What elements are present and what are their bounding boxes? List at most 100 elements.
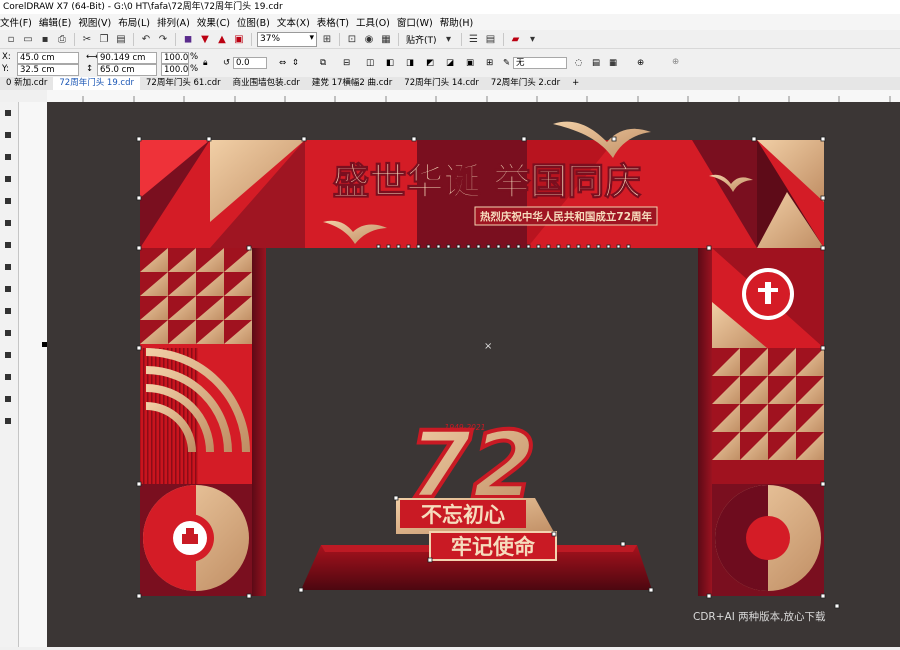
menu-text[interactable]: 文本(X)	[277, 15, 317, 29]
new-icon[interactable]: ▫	[4, 32, 18, 46]
scale-width-field[interactable]: 100.0	[161, 52, 189, 64]
application-launcher-icon[interactable]: ▤	[484, 32, 498, 46]
scale-height-field[interactable]: 100.0	[161, 64, 189, 76]
paste-icon[interactable]: ▤	[114, 32, 128, 46]
y-position-field[interactable]: 32.5 cm	[17, 64, 79, 76]
cut-icon[interactable]: ✂	[80, 32, 94, 46]
gate-artwork[interactable]: 盛世华诞 举国同庆 热烈庆祝中华人民共和国成立72周年 72 1949-2021…	[47, 102, 900, 647]
tab-document-2[interactable]: 72周年门头 2.cdr	[485, 77, 566, 90]
toolbox-icons	[5, 110, 11, 424]
anniversary-number: 72 1949-2021 不忘初心 牢记使命	[396, 410, 557, 561]
chevron-down-icon[interactable]: ▾	[442, 32, 456, 46]
separator	[74, 32, 75, 46]
menu-bitmaps[interactable]: 位图(B)	[237, 15, 277, 29]
height-field[interactable]: 65.0 cm	[97, 64, 157, 76]
menu-window[interactable]: 窗口(W)	[397, 15, 440, 29]
mirror-horizontal-icon[interactable]: ⇔	[279, 58, 286, 68]
combine-icon[interactable]: ⧉	[320, 58, 326, 68]
tab-document-19[interactable]: 72周年门头 19.cdr	[53, 77, 140, 90]
height-icon: ↕	[86, 64, 94, 74]
headline-text: 盛世华诞 举国同庆	[333, 160, 642, 203]
page-edge-handle[interactable]	[42, 342, 47, 347]
x-label: X:	[2, 52, 11, 62]
wrap-text-icon[interactable]: ▤	[592, 58, 600, 68]
show-grid-icon[interactable]: ◉	[362, 32, 376, 46]
property-bar: X: 45.0 cm Y: 32.5 cm ⟷ 90.149 cm ↕ 65.0…	[0, 49, 900, 78]
align-icon[interactable]: ⊞	[486, 58, 493, 68]
full-screen-icon[interactable]: ⊞	[320, 32, 334, 46]
menu-table[interactable]: 表格(T)	[317, 15, 356, 29]
snap-to-dropdown[interactable]: 贴齐(T)	[404, 33, 439, 46]
menu-view[interactable]: 视图(V)	[78, 15, 118, 29]
drawing-canvas[interactable]: 盛世华诞 举国同庆 热烈庆祝中华人民共和国成立72周年 72 1949-2021…	[47, 102, 900, 647]
save-icon[interactable]: ▪	[38, 32, 52, 46]
subtitle-text: 热烈庆祝中华人民共和国成立72周年	[480, 210, 653, 223]
show-rulers-icon[interactable]: ⊡	[345, 32, 359, 46]
snap-icon[interactable]: ⊕	[637, 58, 644, 68]
redo-icon[interactable]: ↷	[156, 32, 170, 46]
standard-toolbar: ▫ ▭ ▪ ⎙ ✂ ❐ ▤ ↶ ↷ ◼ ▼ ▲ ▣ 37% ⊞ ⊡ ◉ ▦ 贴齐…	[0, 30, 900, 49]
lock-ratio-icon[interactable]: 🔒︎	[203, 58, 208, 68]
front-minus-back-icon[interactable]: ◪	[446, 58, 454, 68]
back-minus-front-icon[interactable]: ▣	[466, 58, 474, 68]
menu-file[interactable]: 文件(F)	[0, 15, 39, 29]
show-guidelines-icon[interactable]: ▦	[379, 32, 393, 46]
tab-banner[interactable]: 建党 17横幅2 曲.cdr	[306, 77, 398, 90]
copy-icon[interactable]: ❐	[97, 32, 111, 46]
emblem-circle-right	[712, 484, 824, 596]
options-icon[interactable]: ☰	[467, 32, 481, 46]
group-icon[interactable]: ⊟	[343, 58, 350, 68]
emblem-circle-left	[140, 484, 252, 596]
arc-pattern	[140, 348, 252, 484]
rotation-field[interactable]: 0.0	[233, 57, 267, 69]
tab-wall-package[interactable]: 商业围墙包装.cdr	[227, 77, 306, 90]
menu-help[interactable]: 帮助(H)	[440, 15, 481, 29]
triangle-grid-right	[712, 348, 824, 484]
left-pillar	[140, 248, 266, 596]
width-field[interactable]: 90.149 cm	[97, 52, 157, 64]
zoom-level-dropdown[interactable]: 37%	[257, 31, 317, 47]
ruler-ticks	[82, 96, 891, 102]
right-pillar	[698, 248, 824, 596]
search-content-icon[interactable]: ◼	[181, 32, 195, 46]
window-title: CorelDRAW X7 (64-Bit) - G:\0 HT\fafa\72周…	[0, 0, 900, 14]
separator	[398, 32, 399, 46]
weld-icon[interactable]: ◫	[366, 58, 374, 68]
mirror-vertical-icon[interactable]: ⇕	[292, 58, 299, 68]
export-icon[interactable]: ▲	[215, 32, 229, 46]
simplify-icon[interactable]: ◩	[426, 58, 434, 68]
chevron-down-icon[interactable]: ▾	[526, 32, 540, 46]
rotate-icon: ↺	[223, 58, 231, 68]
percent-label: %	[190, 52, 199, 62]
separator	[339, 32, 340, 46]
slogan-2: 牢记使命	[451, 535, 536, 559]
add-icon[interactable]: ⊕	[672, 57, 679, 67]
outline-width-dropdown[interactable]: 无	[513, 57, 567, 69]
vertical-ruler[interactable]	[0, 102, 47, 647]
tab-document-61[interactable]: 72周年门头 61.cdr	[140, 77, 227, 90]
add-tab-button[interactable]: +	[566, 77, 585, 90]
toolbox[interactable]	[0, 102, 19, 647]
intersect-icon[interactable]: ◨	[406, 58, 414, 68]
menu-tools[interactable]: 工具(O)	[356, 15, 397, 29]
outline-pen-icon: ✎	[503, 58, 511, 68]
x-position-field[interactable]: 45.0 cm	[17, 52, 79, 64]
convert-to-curves-icon[interactable]: ◌	[575, 58, 582, 68]
tab-new[interactable]: 0 新加.cdr	[0, 77, 53, 90]
print-icon[interactable]: ⎙	[55, 32, 69, 46]
launch-icon[interactable]: ▰	[509, 32, 523, 46]
menu-layout[interactable]: 布局(L)	[118, 15, 157, 29]
tab-document-14[interactable]: 72周年门头 14.cdr	[398, 77, 485, 90]
quick-customize-icon[interactable]: ▦	[609, 58, 617, 68]
publish-pdf-icon[interactable]: ▣	[232, 32, 246, 46]
open-icon[interactable]: ▭	[21, 32, 35, 46]
separator	[133, 32, 134, 46]
menu-arrange[interactable]: 排列(A)	[157, 15, 197, 29]
menu-bar: 文件(F) 编辑(E) 视图(V) 布局(L) 排列(A) 效果(C) 位图(B…	[0, 14, 900, 30]
menu-edit[interactable]: 编辑(E)	[39, 15, 78, 29]
menu-effects[interactable]: 效果(C)	[197, 15, 237, 29]
import-icon[interactable]: ▼	[198, 32, 212, 46]
undo-icon[interactable]: ↶	[139, 32, 153, 46]
years-label: 1949-2021	[445, 423, 486, 432]
trim-icon[interactable]: ◧	[386, 58, 394, 68]
